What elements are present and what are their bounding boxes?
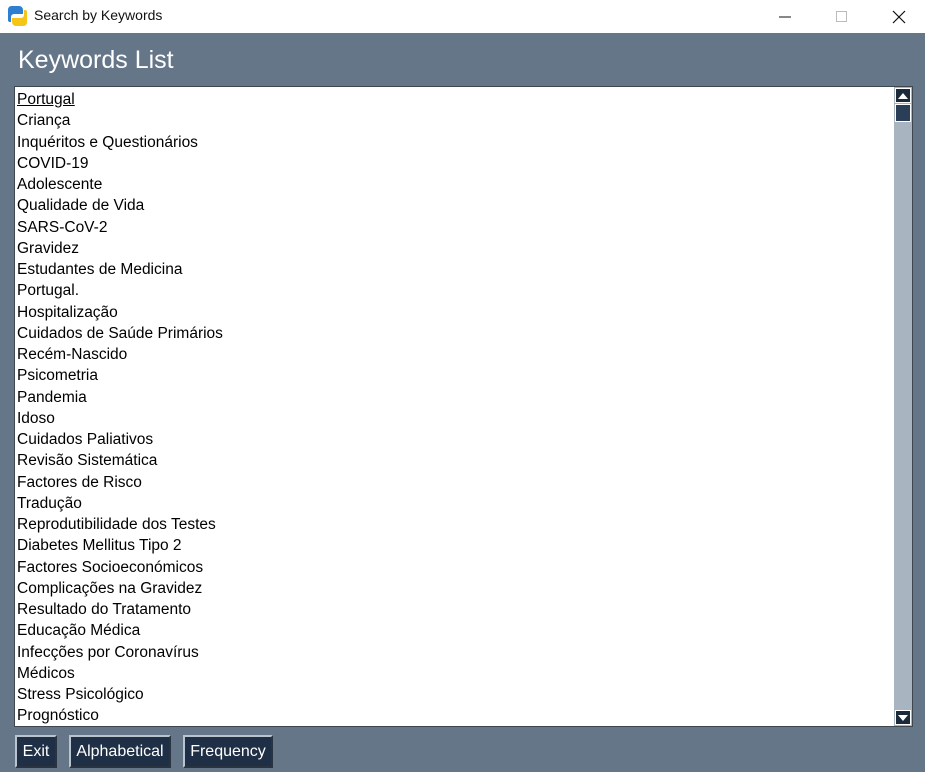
window-title: Search by Keywords: [34, 7, 163, 23]
list-item[interactable]: Factores Socioeconómicos: [17, 557, 892, 578]
scroll-up-button[interactable]: [895, 88, 911, 103]
list-item[interactable]: Hospitalização: [17, 302, 892, 323]
list-item[interactable]: Idoso: [17, 408, 892, 429]
list-item[interactable]: COVID-19: [17, 153, 892, 174]
page-title: Keywords List: [18, 46, 174, 74]
alphabetical-button[interactable]: Alphabetical: [69, 735, 171, 768]
keywords-listbox[interactable]: Portugal Criança Inquéritos e Questionário…: [14, 86, 913, 727]
list-item[interactable]: Factores de Risco: [17, 472, 892, 493]
list-item[interactable]: Pandemia: [17, 387, 892, 408]
list-item[interactable]: Qualidade de Vida: [17, 195, 892, 216]
list-item[interactable]: Gravidez: [17, 238, 892, 259]
list-item[interactable]: Recém-Nascido: [17, 344, 892, 365]
list-item[interactable]: Tradução: [17, 493, 892, 514]
arrow-up-icon: [898, 92, 908, 99]
list-item[interactable]: Cuidados de Saúde Primários: [17, 323, 892, 344]
list-item[interactable]: Complicações na Gravidez: [17, 578, 892, 599]
frequency-button[interactable]: Frequency: [183, 735, 273, 768]
list-item[interactable]: SARS-CoV-2: [17, 217, 892, 238]
list-item[interactable]: Inquéritos e Questionários: [17, 132, 892, 153]
keywords-list[interactable]: Portugal Criança Inquéritos e Questionário…: [17, 89, 892, 726]
list-item[interactable]: Revisão Sistemática: [17, 450, 892, 471]
list-item[interactable]: Reprodutibilidade dos Testes: [17, 514, 892, 535]
list-item[interactable]: Adolescente: [17, 174, 892, 195]
list-item[interactable]: Criança: [17, 110, 892, 131]
list-item[interactable]: Estudantes de Medicina: [17, 259, 892, 280]
scroll-thumb[interactable]: [895, 104, 911, 122]
list-item[interactable]: Stress Psicológico: [17, 684, 892, 705]
list-item[interactable]: Infecções por Coronavírus: [17, 642, 892, 663]
maximize-icon: [836, 10, 847, 22]
arrow-down-icon: [898, 714, 908, 721]
list-item[interactable]: Portugal.: [17, 280, 892, 301]
title-bar: Search by Keywords: [0, 0, 925, 33]
list-item[interactable]: Resultado do Tratamento: [17, 599, 892, 620]
list-item[interactable]: Cuidados Paliativos: [17, 429, 892, 450]
maximize-button[interactable]: [814, 0, 870, 33]
exit-button[interactable]: Exit: [15, 735, 57, 768]
close-icon: [892, 10, 906, 23]
list-item[interactable]: Médicos: [17, 663, 892, 684]
python-app-icon: [8, 6, 27, 26]
vertical-scrollbar[interactable]: [894, 87, 912, 726]
scroll-down-button[interactable]: [895, 710, 911, 725]
list-item[interactable]: Diabetes Mellitus Tipo 2: [17, 535, 892, 556]
close-button[interactable]: [871, 0, 925, 33]
list-item[interactable]: Educação Médica: [17, 620, 892, 641]
list-item[interactable]: Psicometria: [17, 365, 892, 386]
list-item[interactable]: Prognóstico: [17, 705, 892, 726]
list-item[interactable]: Portugal: [17, 89, 892, 110]
minimize-icon: [779, 16, 791, 17]
minimize-button[interactable]: [757, 0, 813, 33]
